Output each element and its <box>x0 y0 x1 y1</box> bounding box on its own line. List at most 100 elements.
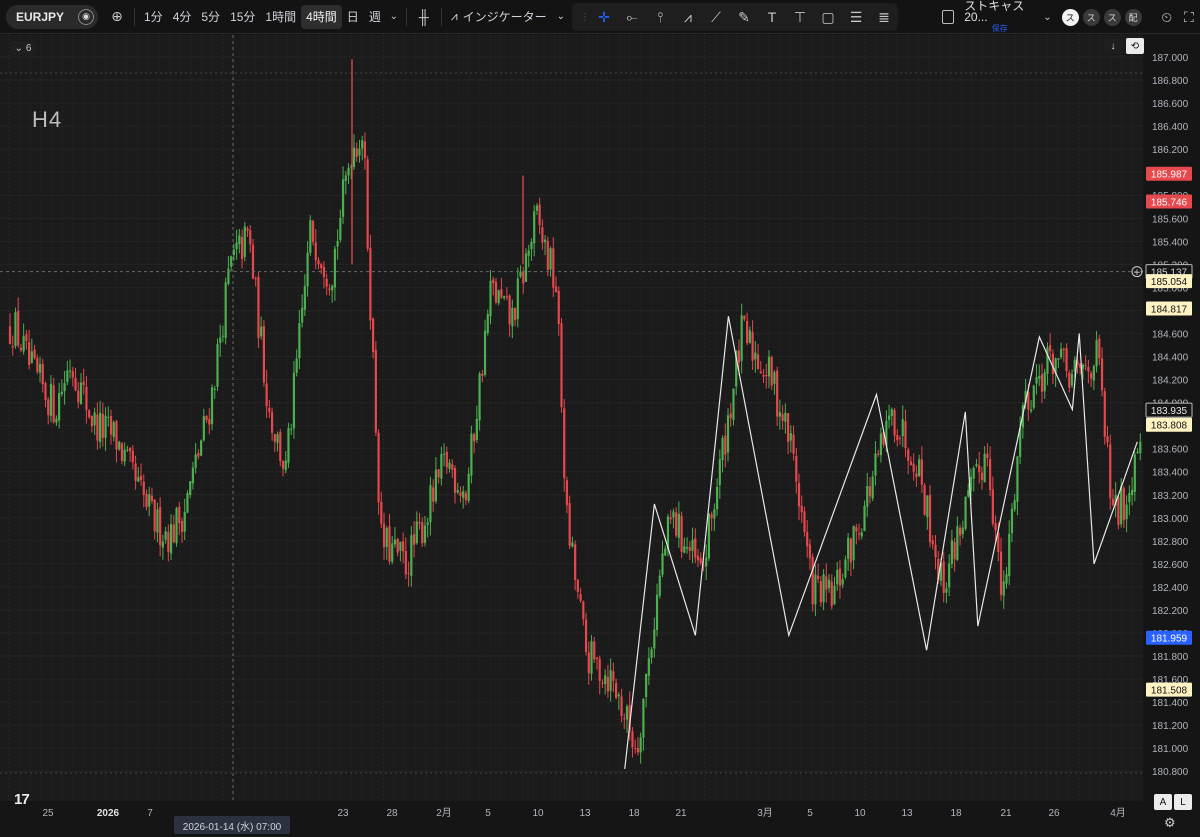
timeframe-button[interactable]: 4分 <box>168 5 197 29</box>
time-axis[interactable] <box>0 801 1143 837</box>
candle-body <box>524 253 528 282</box>
candle-body <box>778 412 781 417</box>
trendline-icon[interactable]: ⟋ <box>702 5 730 29</box>
measure-icon[interactable]: ≣ <box>870 5 898 29</box>
drag-handle-icon[interactable]: ⋮ <box>580 5 590 29</box>
candle-body <box>598 658 601 682</box>
candle-body <box>156 509 159 533</box>
candle-body <box>609 670 612 691</box>
candle-body <box>696 555 700 561</box>
candle-body <box>200 440 203 456</box>
layout-name[interactable]: ストキャス20... 保存 <box>964 0 1035 34</box>
candle-body <box>336 241 339 247</box>
candle-body <box>1062 348 1065 350</box>
candle-body <box>694 538 697 558</box>
reset-view-icon[interactable]: ⟲ <box>1126 38 1144 54</box>
candle-body <box>1111 498 1115 506</box>
avatar[interactable]: ス <box>1103 8 1121 26</box>
indicators-button[interactable]: ⩘ インジケーター ⌄ <box>446 5 570 29</box>
candle-style-icon[interactable]: ╫ <box>411 5 437 29</box>
chevron-down-icon[interactable]: ⌄ <box>386 5 402 29</box>
price-label-value: 181.508 <box>1151 686 1188 697</box>
gear-icon[interactable]: ⚙ <box>1164 815 1176 831</box>
candle-body <box>767 356 771 377</box>
candle-body <box>369 247 372 321</box>
fullscreen-icon[interactable]: ⛶ <box>1178 5 1200 29</box>
candle-body <box>1117 496 1120 525</box>
select-checkbox[interactable] <box>942 10 955 24</box>
alert-icon[interactable]: ⏲ <box>1156 5 1178 29</box>
divider <box>440 7 442 26</box>
candle-body <box>71 370 74 378</box>
candle-body <box>180 521 184 532</box>
candle-body <box>819 581 822 603</box>
eye-icon[interactable]: ◉ <box>78 8 94 25</box>
price-tick-label: 182.600 <box>1152 560 1189 571</box>
candle-body <box>1109 444 1112 499</box>
candle-body <box>972 467 975 479</box>
avatar[interactable]: ス <box>1082 8 1100 26</box>
price-chart[interactable]: +187.000186.800186.600186.400186.200186.… <box>0 35 1200 837</box>
candle-body <box>453 467 457 493</box>
candle-body <box>926 495 929 518</box>
timeframe-button[interactable]: 週 <box>364 5 386 29</box>
candle-body <box>803 511 806 532</box>
candle-body <box>333 248 336 288</box>
crosshair-icon[interactable]: ✛ <box>590 5 618 29</box>
candle-body <box>1098 338 1101 359</box>
log-scale-button[interactable]: L <box>1174 794 1192 810</box>
candle-body <box>1049 345 1052 352</box>
candle-body <box>85 386 88 410</box>
add-symbol-icon[interactable]: ⊕ <box>104 5 130 29</box>
candle-body <box>1038 376 1041 379</box>
candle-body <box>762 375 765 377</box>
symbol-selector[interactable]: EURJPY ◉ <box>6 4 98 29</box>
candle-body <box>669 517 672 520</box>
timeframe-button[interactable]: 1時間 <box>260 5 301 29</box>
candle-body <box>421 522 424 544</box>
candle-body <box>841 579 844 585</box>
candle-body <box>262 326 266 383</box>
note-icon[interactable]: ⊤ <box>786 5 814 29</box>
auto-scale-button[interactable]: A <box>1154 794 1172 810</box>
brush-icon[interactable]: ✎ <box>730 5 758 29</box>
chart-area[interactable]: +187.000186.800186.600186.400186.200186.… <box>0 35 1200 837</box>
candle-body <box>1057 358 1060 360</box>
candle-body <box>55 418 58 423</box>
candle-body <box>986 453 989 459</box>
candle-body <box>475 419 478 440</box>
avatar[interactable]: 配 <box>1124 8 1142 26</box>
rectangle-icon[interactable]: ▢ <box>814 5 842 29</box>
candle-body <box>931 540 934 545</box>
candle-body <box>565 480 569 506</box>
price-tick-label: 181.000 <box>1152 744 1189 755</box>
candle-body <box>505 296 508 298</box>
timeframe-button[interactable]: 1分 <box>139 5 168 29</box>
timeframe-button[interactable]: 15分 <box>225 5 260 29</box>
timeframe-button[interactable]: 4時間 <box>301 4 342 29</box>
vertical-line-icon[interactable]: ⫯ <box>646 5 674 29</box>
zigzag-tool-icon[interactable]: ⩘ <box>674 5 702 29</box>
text-tool-icon[interactable]: T <box>758 5 786 29</box>
candle-body <box>907 449 910 461</box>
avatar[interactable]: ス <box>1061 8 1079 26</box>
timeframe-button[interactable]: 5分 <box>196 5 225 29</box>
candle-body <box>740 315 743 361</box>
time-tick-label: 28 <box>386 808 398 819</box>
candle-body <box>672 511 675 518</box>
candle-body <box>372 318 375 353</box>
candle-body <box>219 337 222 343</box>
timeframe-button[interactable]: 日 <box>342 5 364 29</box>
candle-body <box>109 415 113 435</box>
candle-body <box>776 370 779 417</box>
candle-body <box>49 383 53 416</box>
horizontal-line-icon[interactable]: ⟜ <box>618 5 646 29</box>
fib-retracement-icon[interactable]: ☰ <box>842 5 870 29</box>
candle-body <box>530 241 533 250</box>
chevron-down-icon[interactable]: ⌄ <box>1043 12 1051 23</box>
candle-body <box>645 673 648 698</box>
candle-body <box>303 285 306 310</box>
legend-toggle[interactable]: ⌄ 6 <box>10 41 36 55</box>
scroll-to-latest-icon[interactable]: ↓ <box>1104 38 1122 54</box>
candle-body <box>380 501 383 524</box>
